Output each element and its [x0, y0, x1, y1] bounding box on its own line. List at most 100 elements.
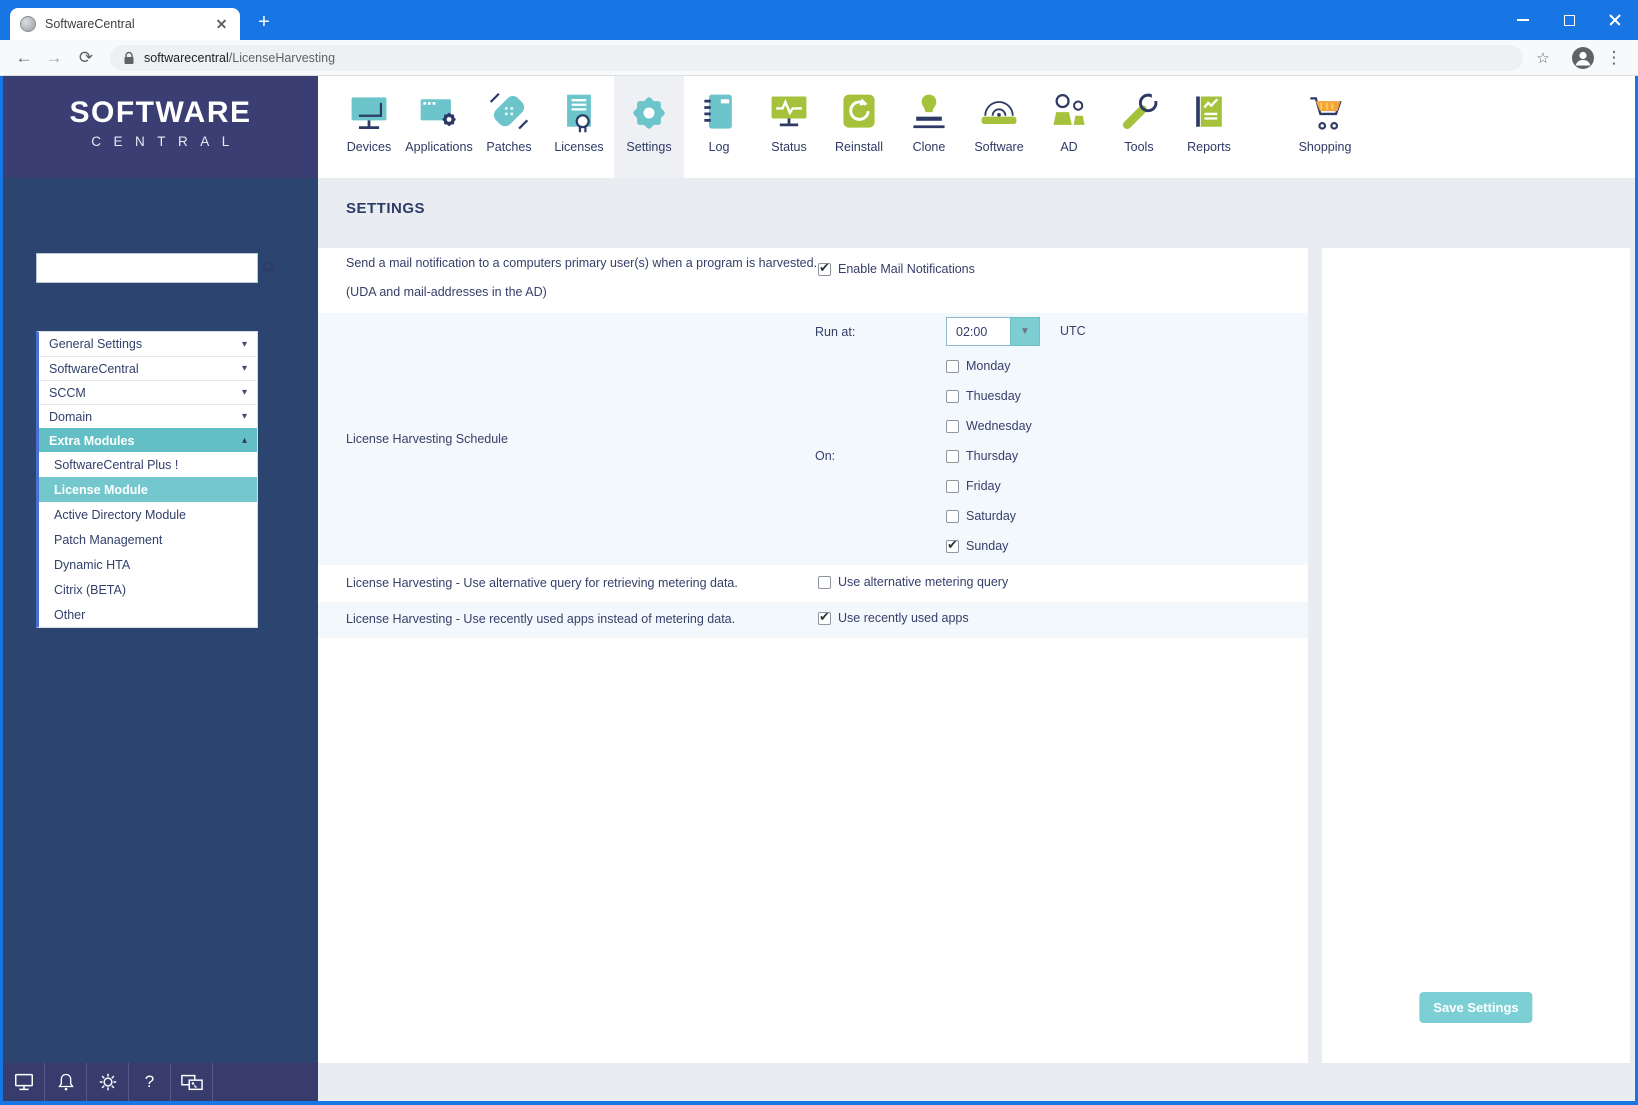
recently-used-apps-option[interactable]: ✔ Use recently used apps — [818, 611, 969, 625]
enable-mail-notifications-checkbox[interactable]: ✔ — [818, 263, 831, 276]
nav-tools[interactable]: Tools — [1104, 76, 1174, 178]
chevron-down-icon: ▾ — [242, 363, 247, 374]
submenu-item-active-directory-module[interactable]: Active Directory Module — [39, 502, 257, 527]
menu-item-softwarecentral[interactable]: SoftwareCentral ▾ — [39, 356, 257, 380]
tab-close-icon[interactable] — [214, 16, 230, 32]
mail-row-text-line2: (UDA and mail-addresses in the AD) — [346, 285, 547, 299]
wednesday-checkbox[interactable] — [946, 420, 959, 433]
friday-option[interactable]: Friday — [946, 471, 1032, 501]
menu-item-general-settings[interactable]: General Settings ▾ — [39, 332, 257, 356]
nav-devices[interactable]: Devices — [334, 76, 404, 178]
weekday-checkbox-list: Monday Thuesday Wednesday Thursday — [946, 351, 1032, 561]
nav-shopping[interactable]: Shopping — [1290, 76, 1360, 178]
thursday-option[interactable]: Thursday — [946, 441, 1032, 471]
submenu-item-other[interactable]: Other — [39, 602, 257, 627]
saturday-checkbox[interactable] — [946, 510, 959, 523]
new-tab-button[interactable]: + — [250, 9, 278, 35]
nav-log[interactable]: Log — [684, 76, 754, 178]
menu-item-label: SCCM — [49, 386, 86, 400]
search-input[interactable] — [36, 253, 258, 283]
monday-option[interactable]: Monday — [946, 351, 1032, 381]
sunday-option[interactable]: ✔ Sunday — [946, 531, 1032, 561]
page-body: SOFTWARE CENTRAL General Settings ▾ Soft… — [3, 76, 1635, 1101]
tools-icon — [1117, 91, 1161, 135]
submenu-item-citrix-beta[interactable]: Citrix (BETA) — [39, 577, 257, 602]
bookmark-star-icon[interactable]: ☆ — [1528, 40, 1558, 76]
forward-button[interactable]: → — [39, 40, 69, 76]
footer-help-button[interactable]: ? — [129, 1063, 171, 1101]
footer-settings-button[interactable] — [87, 1063, 129, 1101]
shopping-cart-icon — [1303, 91, 1347, 135]
sunday-checkbox[interactable]: ✔ — [946, 540, 959, 553]
mail-row-text-line1: Send a mail notification to a computers … — [346, 256, 817, 270]
reload-button[interactable]: ⟳ — [71, 40, 101, 76]
browser-toolbar: ← → ⟳ softwarecentral/LicenseHarvesting … — [0, 40, 1638, 76]
menu-item-label: SoftwareCentral — [49, 362, 139, 376]
nav-label: Reports — [1187, 140, 1231, 154]
nav-applications[interactable]: Applications — [404, 76, 474, 178]
nav-patches[interactable]: Patches — [474, 76, 544, 178]
top-nav: Devices Applications — [318, 76, 1635, 178]
url-domain: softwarecentral — [144, 51, 229, 65]
reinstall-icon — [837, 91, 881, 135]
nav-reinstall[interactable]: Reinstall — [824, 76, 894, 178]
tuesday-option[interactable]: Thuesday — [946, 381, 1032, 411]
friday-checkbox[interactable] — [946, 480, 959, 493]
search-icon[interactable] — [262, 260, 277, 275]
run-time-select[interactable]: 02:00 ▼ — [946, 317, 1040, 346]
url-bar[interactable]: softwarecentral/LicenseHarvesting — [110, 45, 1523, 71]
on-label: On: — [815, 449, 835, 463]
remote-screens-icon — [180, 1071, 204, 1093]
maximize-button[interactable] — [1546, 0, 1592, 40]
thursday-checkbox[interactable] — [946, 450, 959, 463]
menu-item-sccm[interactable]: SCCM ▾ — [39, 380, 257, 404]
footer-monitor-button[interactable] — [3, 1063, 45, 1101]
enable-mail-notifications-option[interactable]: ✔ Enable Mail Notifications — [818, 262, 975, 276]
nav-status[interactable]: Status — [754, 76, 824, 178]
devices-icon — [347, 91, 391, 135]
tab-title: SoftwareCentral — [45, 17, 214, 31]
nav-clone[interactable]: Clone — [894, 76, 964, 178]
menu-item-label: General Settings — [49, 337, 142, 351]
panel-filler — [318, 638, 1308, 1063]
alt-query-text: License Harvesting - Use alternative que… — [346, 576, 738, 590]
tuesday-checkbox[interactable] — [946, 390, 959, 403]
browser-tab[interactable]: SoftwareCentral — [10, 8, 240, 40]
recent-apps-text: License Harvesting - Use recently used a… — [346, 612, 735, 626]
alternative-query-row: License Harvesting - Use alternative que… — [318, 565, 1308, 602]
nav-software[interactable]: Software — [964, 76, 1034, 178]
wednesday-option[interactable]: Wednesday — [946, 411, 1032, 441]
nav-licenses[interactable]: Licenses — [544, 76, 614, 178]
day-label: Saturday — [966, 509, 1016, 523]
minimize-button[interactable] — [1500, 0, 1546, 40]
submenu-item-patch-management[interactable]: Patch Management — [39, 527, 257, 552]
nav-reports[interactable]: Reports — [1174, 76, 1244, 178]
nav-settings[interactable]: Settings — [614, 76, 684, 178]
checkbox-label: Use recently used apps — [838, 611, 969, 625]
submenu-item-license-module[interactable]: License Module — [39, 477, 257, 502]
submenu-item-label: SoftwareCentral Plus ! — [54, 458, 178, 472]
menu-item-domain[interactable]: Domain ▾ — [39, 404, 257, 428]
nav-label: Reinstall — [835, 140, 883, 154]
nav-ad[interactable]: AD — [1034, 76, 1104, 178]
submenu-item-softwarecentral-plus[interactable]: SoftwareCentral Plus ! — [39, 452, 257, 477]
footer-notifications-button[interactable] — [45, 1063, 87, 1101]
submenu-item-dynamic-hta[interactable]: Dynamic HTA — [39, 552, 257, 577]
nav-label: AD — [1060, 140, 1077, 154]
monday-checkbox[interactable] — [946, 360, 959, 373]
alternative-query-option[interactable]: Use alternative metering query — [818, 575, 1008, 589]
alternative-query-checkbox[interactable] — [818, 576, 831, 589]
footer-remote-button[interactable] — [171, 1063, 213, 1101]
recently-used-apps-checkbox[interactable]: ✔ — [818, 612, 831, 625]
lock-icon — [123, 51, 135, 65]
saturday-option[interactable]: Saturday — [946, 501, 1032, 531]
select-dropdown-button[interactable]: ▼ — [1010, 317, 1040, 346]
profile-avatar[interactable] — [1571, 46, 1595, 70]
menu-kebab-icon[interactable]: ⋮ — [1599, 40, 1629, 76]
checkbox-label: Enable Mail Notifications — [838, 262, 975, 276]
close-button[interactable] — [1592, 0, 1638, 40]
save-settings-button[interactable]: Save Settings — [1419, 992, 1532, 1023]
menu-item-extra-modules[interactable]: Extra Modules ▴ — [39, 428, 257, 452]
back-button[interactable]: ← — [9, 40, 39, 76]
avatar-icon — [1571, 46, 1595, 70]
